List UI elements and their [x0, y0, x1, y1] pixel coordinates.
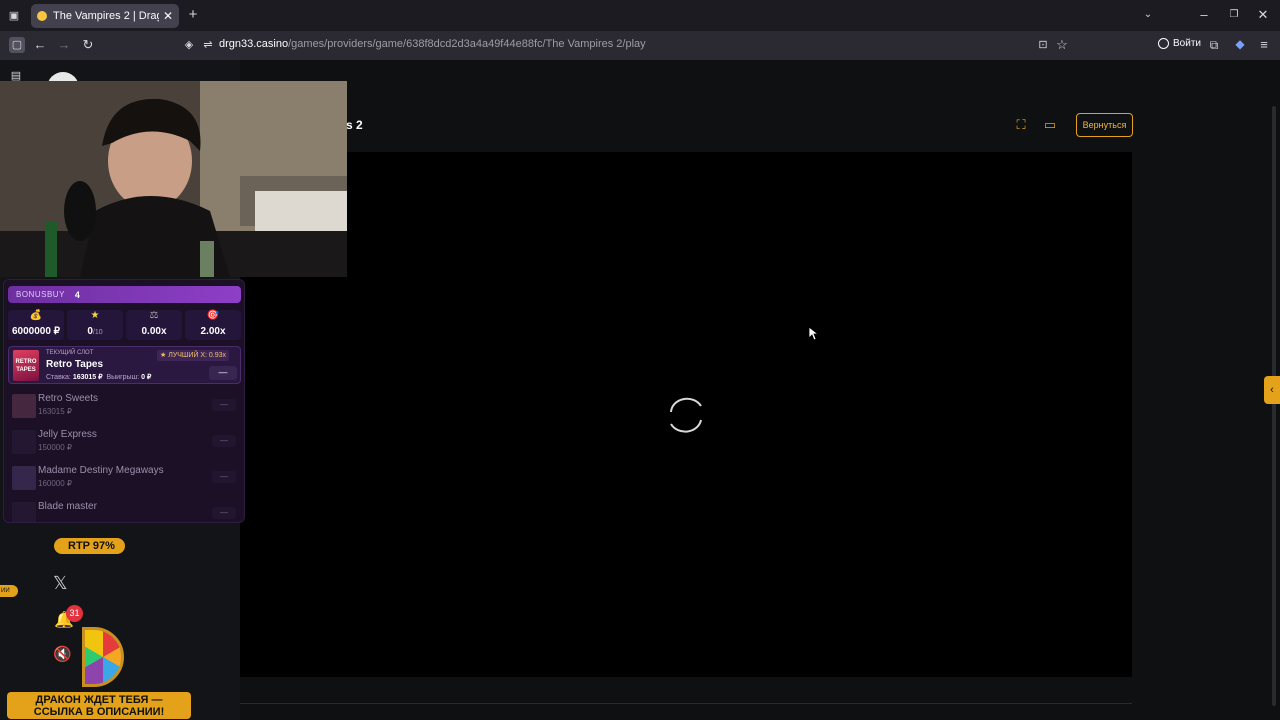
chevron-left-icon: ‹ [1270, 384, 1274, 396]
account-icon [1158, 38, 1169, 49]
slot-action: — [212, 471, 236, 483]
forward-icon[interactable]: → [56, 37, 72, 53]
win-label: Выигрыш: [106, 374, 140, 381]
slot-name: Jelly Express [38, 429, 97, 440]
url-host: drgn33.casino [219, 38, 289, 50]
address-bar[interactable]: drgn33.casino/games/providers/game/638f8… [219, 38, 646, 50]
promo-line-1: ДРАКОН ЖДЕТ ТЕБЯ — [35, 694, 163, 706]
win-value: 0 ₽ [141, 374, 152, 381]
window-close-icon[interactable]: ✕ [1255, 7, 1271, 23]
slot-action: — [212, 399, 236, 411]
extension-badge-icon[interactable]: ◆ [1232, 36, 1248, 52]
tab-list-chevron-icon[interactable]: ⌄ [1140, 7, 1156, 23]
slot-thumbnail [12, 466, 36, 490]
stat-balance: 💰 6000000 ₽ [8, 310, 64, 340]
maximize-icon[interactable]: ❐ [1226, 7, 1242, 23]
menu-hamburger-icon[interactable]: ≡ [1256, 37, 1272, 53]
stat-value: 2.00x [200, 326, 226, 337]
account-signin-button[interactable]: Войти [1158, 38, 1201, 49]
notification-count-badge: 31 [66, 605, 83, 622]
tab-overview-icon[interactable]: ▣ [6, 8, 22, 24]
stat-progress: ★ 0/10 [67, 310, 123, 340]
tab-title: The Vampires 2 | Dragon Money [53, 10, 159, 22]
current-slot-meta: Ставка: 163015 ₽ Выигрыш: 0 ₽ [46, 373, 151, 381]
loading-spinner-icon [670, 397, 702, 433]
save-page-icon[interactable]: ⊡ [1035, 37, 1051, 53]
left-edge-badge: ИИ [0, 585, 18, 597]
current-slot-label: ТЕКУЩИЙ СЛОТ [46, 350, 94, 356]
slot-name: Retro Sweets [38, 393, 99, 404]
stat-average: ⚖ 0.00x [126, 310, 182, 340]
sound-muted-icon[interactable]: 🔇 [53, 645, 72, 663]
collapse-chat-tab[interactable]: ‹ [1264, 376, 1280, 404]
page-scrollbar[interactable] [1272, 106, 1276, 706]
bet-value: 163015 ₽ [72, 374, 103, 381]
current-slot-name: Retro Tapes [46, 359, 104, 370]
minimize-icon[interactable]: – [1196, 7, 1212, 23]
permissions-icon[interactable]: ⇌ [200, 37, 216, 53]
back-button[interactable]: Вернуться [1076, 113, 1133, 137]
mouse-cursor-icon [808, 326, 818, 341]
extensions-icon[interactable]: ⧉ [1206, 37, 1222, 53]
site-info-shield-icon[interactable]: ◈ [181, 37, 197, 53]
slot-bet: 150000 ₽ [38, 443, 73, 452]
bet-label: Ставка: [46, 374, 71, 381]
slot-name: Blade master [38, 501, 97, 512]
target-icon: 🎯 [206, 310, 220, 321]
reload-icon[interactable]: ↻ [80, 37, 96, 53]
x-social-icon[interactable]: 𝕏 [53, 573, 68, 594]
signin-label: Войти [1173, 38, 1201, 49]
stream-promo-banner: ДРАКОН ЖДЕТ ТЕБЯ — ССЫЛКА В ОПИСАНИИ! [7, 692, 191, 719]
money-bag-icon: 💰 [29, 310, 43, 321]
rtp-badge[interactable]: RTP 97% [54, 538, 125, 554]
scales-icon: ⚖ [149, 310, 159, 321]
site-favicon-icon [37, 11, 47, 21]
list-item: Madame Destiny Megaways 160000 ₽ — [8, 462, 241, 494]
best-multiplier-badge: ★ ЛУЧШИЙ Х: 0.93x [157, 350, 230, 361]
slot-action: — [212, 507, 236, 519]
bonusbuy-panel: BONUSBUY 4 💰 6000000 ₽ ★ 0/10 ⚖ 0.00x 🎯 … [3, 279, 245, 523]
game-title: s 2 [346, 118, 363, 132]
bookmark-star-icon[interactable]: ☆ [1054, 37, 1070, 53]
back-icon[interactable]: ← [32, 37, 48, 53]
slot-thumbnail [12, 502, 36, 522]
current-slot-action: — [209, 366, 237, 380]
sidebar-toggle-icon[interactable]: ▢ [9, 37, 25, 53]
slot-thumbnail [12, 394, 36, 418]
list-item: Retro Sweets 163015 ₽ — [8, 390, 241, 422]
slot-name: Madame Destiny Megaways [38, 465, 164, 476]
list-item: Jelly Express 150000 ₽ — [8, 426, 241, 458]
bonusbuy-count: 4 [74, 289, 81, 300]
footer-divider [240, 703, 1132, 704]
slot-action: — [212, 435, 236, 447]
slot-thumbnail [12, 430, 36, 454]
url-path: /games/providers/game/638f8dcd2d3a4a49f4… [288, 38, 646, 50]
stat-suffix: /10 [92, 329, 103, 336]
promo-line-2: ССЫЛКА В ОПИСАНИИ! [33, 706, 165, 718]
new-tab-icon[interactable]: + [185, 7, 201, 23]
theater-mode-icon[interactable]: ▭ [1042, 117, 1058, 133]
browser-tab-bar: ▣ The Vampires 2 | Dragon Money ✕ + ⌄ – … [0, 0, 1280, 31]
close-tab-icon[interactable]: ✕ [163, 9, 173, 23]
browser-tab[interactable]: The Vampires 2 | Dragon Money ✕ [31, 4, 179, 28]
slot-bet: 160000 ₽ [38, 479, 73, 488]
stat-target: 🎯 2.00x [185, 310, 241, 340]
current-slot-card: RETRO TAPES ТЕКУЩИЙ СЛОТ Retro Tapes Ста… [8, 346, 241, 384]
stat-value: 6000000 ₽ [11, 326, 61, 337]
bonusbuy-header: BONUSBUY 4 [8, 286, 241, 303]
streamer-webcam [0, 81, 347, 277]
fullscreen-icon[interactable]: ⛶ [1013, 117, 1029, 133]
list-item: Blade master — [8, 498, 241, 522]
current-slot-thumbnail: RETRO TAPES [13, 350, 39, 381]
slot-bet: 163015 ₽ [38, 407, 73, 416]
star-icon: ★ [90, 310, 100, 321]
stat-value: 0.00x [141, 326, 167, 337]
bonusbuy-label: BONUSBUY [16, 290, 65, 299]
